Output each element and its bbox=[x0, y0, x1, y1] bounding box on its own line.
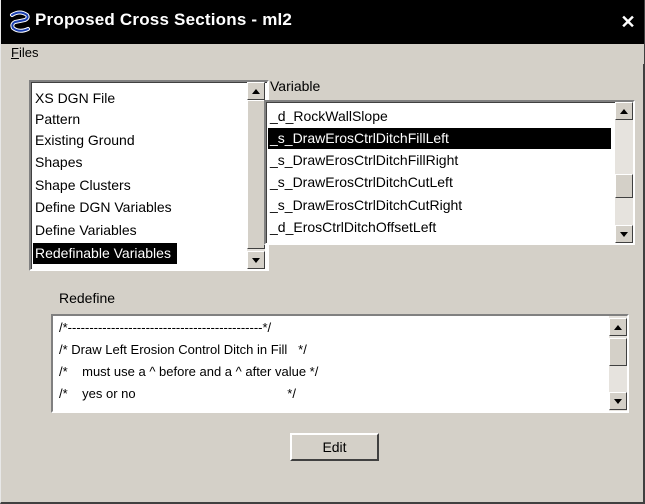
category-item-xs-dgn-file[interactable]: XS DGN File bbox=[35, 88, 115, 109]
scroll-up-button[interactable] bbox=[615, 102, 633, 120]
category-item-define-variables[interactable]: Define Variables bbox=[35, 220, 137, 241]
redefine-line: /* Draw Left Erosion Control Ditch in Fi… bbox=[59, 342, 307, 357]
redefine-label: Redefine bbox=[59, 290, 116, 306]
app-logo-icon bbox=[7, 9, 33, 35]
arrow-up-icon bbox=[620, 109, 628, 114]
redefine-line: /*--------------------------------------… bbox=[59, 320, 272, 335]
variable-item[interactable]: _d_ErosCtrlDitchOffsetLeft bbox=[270, 217, 436, 238]
dialog-window: Proposed Cross Sections - ml2 ✕ Files XS… bbox=[0, 0, 645, 504]
menu-files[interactable]: Files bbox=[11, 45, 38, 60]
title-bar[interactable]: Proposed Cross Sections - ml2 ✕ bbox=[1, 0, 644, 44]
scroll-down-button[interactable] bbox=[609, 392, 627, 410]
category-list[interactable]: XS DGN File Pattern Existing Ground Shap… bbox=[29, 80, 269, 271]
scroll-thumb[interactable] bbox=[615, 174, 633, 198]
arrow-up-icon bbox=[614, 325, 622, 330]
variable-label: Variable bbox=[270, 78, 321, 94]
window-title: Proposed Cross Sections - ml2 bbox=[35, 10, 293, 29]
category-item-shape-clusters[interactable]: Shape Clusters bbox=[35, 175, 131, 196]
edit-button[interactable]: Edit bbox=[290, 433, 379, 461]
menu-files-mnemonic: F bbox=[11, 45, 19, 60]
category-item-redefinable-variables[interactable]: Redefinable Variables bbox=[33, 243, 177, 264]
variable-scrollbar[interactable] bbox=[615, 102, 633, 243]
variable-list[interactable]: _d_RockWallSlope _s_DrawErosCtrlDitchFil… bbox=[264, 100, 635, 245]
category-item-pattern[interactable]: Pattern bbox=[35, 109, 80, 130]
variable-item[interactable]: _s_DrawErosCtrlDitchCutRight bbox=[270, 195, 462, 216]
arrow-down-icon bbox=[614, 399, 622, 404]
variable-item[interactable]: _s_DrawErosCtrlDitchFillRight bbox=[270, 150, 458, 171]
arrow-up-icon bbox=[252, 89, 260, 94]
category-scrollbar[interactable] bbox=[247, 82, 265, 269]
close-icon[interactable]: ✕ bbox=[617, 12, 639, 32]
category-item-shapes[interactable]: Shapes bbox=[35, 152, 82, 173]
scroll-thumb[interactable] bbox=[247, 100, 265, 249]
arrow-down-icon bbox=[252, 258, 260, 263]
scroll-thumb[interactable] bbox=[609, 338, 627, 366]
menu-bar: Files bbox=[1, 44, 644, 64]
menu-files-label: iles bbox=[18, 45, 39, 60]
variable-item[interactable]: _d_RockWallSlope bbox=[270, 106, 388, 127]
variable-item-selected[interactable]: _s_DrawErosCtrlDitchFillLeft bbox=[268, 128, 611, 149]
variable-item[interactable]: _s_DrawErosCtrlDitchCutLeft bbox=[270, 172, 453, 193]
scroll-down-button[interactable] bbox=[615, 225, 633, 243]
category-item-existing-ground[interactable]: Existing Ground bbox=[35, 130, 135, 151]
arrow-down-icon bbox=[620, 232, 628, 237]
redefine-scrollbar[interactable] bbox=[609, 316, 627, 411]
scroll-down-button[interactable] bbox=[247, 251, 265, 269]
redefine-line: /* yes or no */ bbox=[59, 386, 296, 401]
category-item-define-dgn-variables[interactable]: Define DGN Variables bbox=[35, 197, 172, 218]
scroll-up-button[interactable] bbox=[247, 82, 265, 100]
redefine-textarea[interactable]: /*--------------------------------------… bbox=[51, 314, 629, 413]
redefine-line: /* must use a ^ before and a ^ after val… bbox=[59, 364, 319, 379]
scroll-up-button[interactable] bbox=[609, 318, 627, 336]
